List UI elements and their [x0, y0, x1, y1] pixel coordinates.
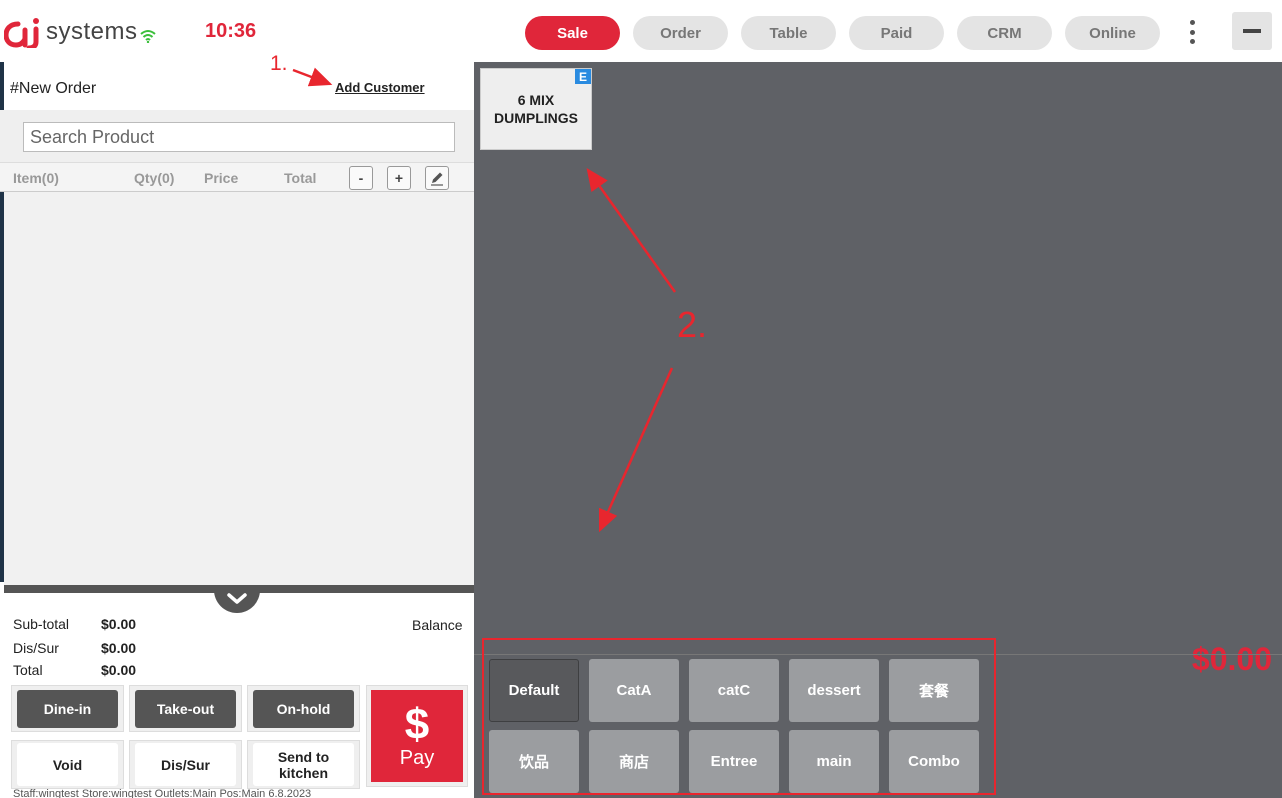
- tab-paid[interactable]: Paid: [849, 16, 944, 50]
- kebab-menu-icon[interactable]: [1183, 20, 1201, 44]
- column-total: Total: [284, 170, 317, 186]
- tab-sale[interactable]: Sale: [525, 16, 620, 50]
- product-name: 6 MIX DUMPLINGS: [494, 92, 578, 126]
- tab-table[interactable]: Table: [741, 16, 836, 50]
- total-value: $0.00: [101, 662, 137, 678]
- arrow-to-product-tile: [586, 167, 677, 293]
- dollar-icon: $: [404, 700, 430, 749]
- app-logo: systems: [4, 14, 156, 50]
- items-header: Item(0) Qty(0) Price Total - +: [0, 162, 474, 192]
- dine-in-cell: Dine-in: [11, 685, 124, 732]
- annotation-step-2: 2.: [677, 304, 708, 345]
- order-title: #New Order: [10, 80, 97, 97]
- aj-logo-icon: [4, 18, 39, 48]
- column-item: Item(0): [13, 170, 59, 186]
- total-label: Total: [13, 662, 43, 678]
- status-line: Staff:wingtest Store:wingtest Outlets:Ma…: [13, 788, 312, 798]
- add-customer-link[interactable]: Add Customer: [335, 80, 425, 95]
- dis-sur-button[interactable]: Dis/Sur: [135, 743, 236, 786]
- send-kitchen-cell: Send to kitchen: [247, 740, 360, 789]
- void-button[interactable]: Void: [17, 743, 118, 786]
- clock: 10:36: [205, 20, 257, 42]
- increase-qty-button[interactable]: +: [387, 166, 411, 190]
- dis-sur-cell: Dis/Sur: [129, 740, 242, 789]
- tab-online[interactable]: Online: [1065, 16, 1160, 50]
- void-cell: Void: [11, 740, 124, 789]
- product-badge: E: [575, 69, 591, 84]
- subtotal-value: $0.00: [101, 616, 137, 632]
- tab-crm[interactable]: CRM: [957, 16, 1052, 50]
- pay-cell: $ Pay: [366, 685, 468, 787]
- edit-item-button[interactable]: [425, 166, 449, 190]
- balance-value: $0.00: [1191, 641, 1272, 677]
- wifi-icon: [139, 30, 156, 43]
- annotation-highlight-box: [482, 638, 996, 795]
- dissur-value: $0.00: [101, 640, 137, 656]
- edit-pencil-icon: [431, 172, 443, 186]
- chevron-down-icon: [227, 593, 247, 604]
- dine-in-button[interactable]: Dine-in: [17, 689, 118, 728]
- order-items-list: [4, 192, 474, 586]
- top-bar: systems 10:36 Sale Order Table Paid CRM …: [0, 0, 1282, 62]
- subtotal-label: Sub-total: [13, 616, 70, 632]
- dissur-label: Dis/Sur: [13, 640, 59, 656]
- annotation-step-1: 1.: [270, 52, 288, 75]
- product-tile[interactable]: 6 MIX DUMPLINGS E: [480, 68, 592, 150]
- minimize-button[interactable]: [1232, 12, 1272, 50]
- on-hold-button[interactable]: On-hold: [253, 689, 354, 728]
- column-price: Price: [204, 170, 239, 186]
- take-out-cell: Take-out: [129, 685, 242, 732]
- pay-button[interactable]: $ Pay: [371, 690, 463, 782]
- arrow-to-categories: [598, 367, 674, 533]
- search-product-input[interactable]: [23, 122, 455, 152]
- logo-text: systems: [46, 18, 138, 45]
- decrease-qty-button[interactable]: -: [349, 166, 373, 190]
- search-bar: [0, 110, 474, 162]
- on-hold-cell: On-hold: [247, 685, 360, 732]
- send-to-kitchen-button[interactable]: Send to kitchen: [253, 743, 354, 786]
- take-out-button[interactable]: Take-out: [135, 689, 236, 728]
- tab-order[interactable]: Order: [633, 16, 728, 50]
- column-qty: Qty(0): [134, 170, 175, 186]
- pay-label: Pay: [399, 747, 435, 769]
- minimize-icon: [1243, 29, 1261, 33]
- balance-label: Balance: [412, 617, 463, 633]
